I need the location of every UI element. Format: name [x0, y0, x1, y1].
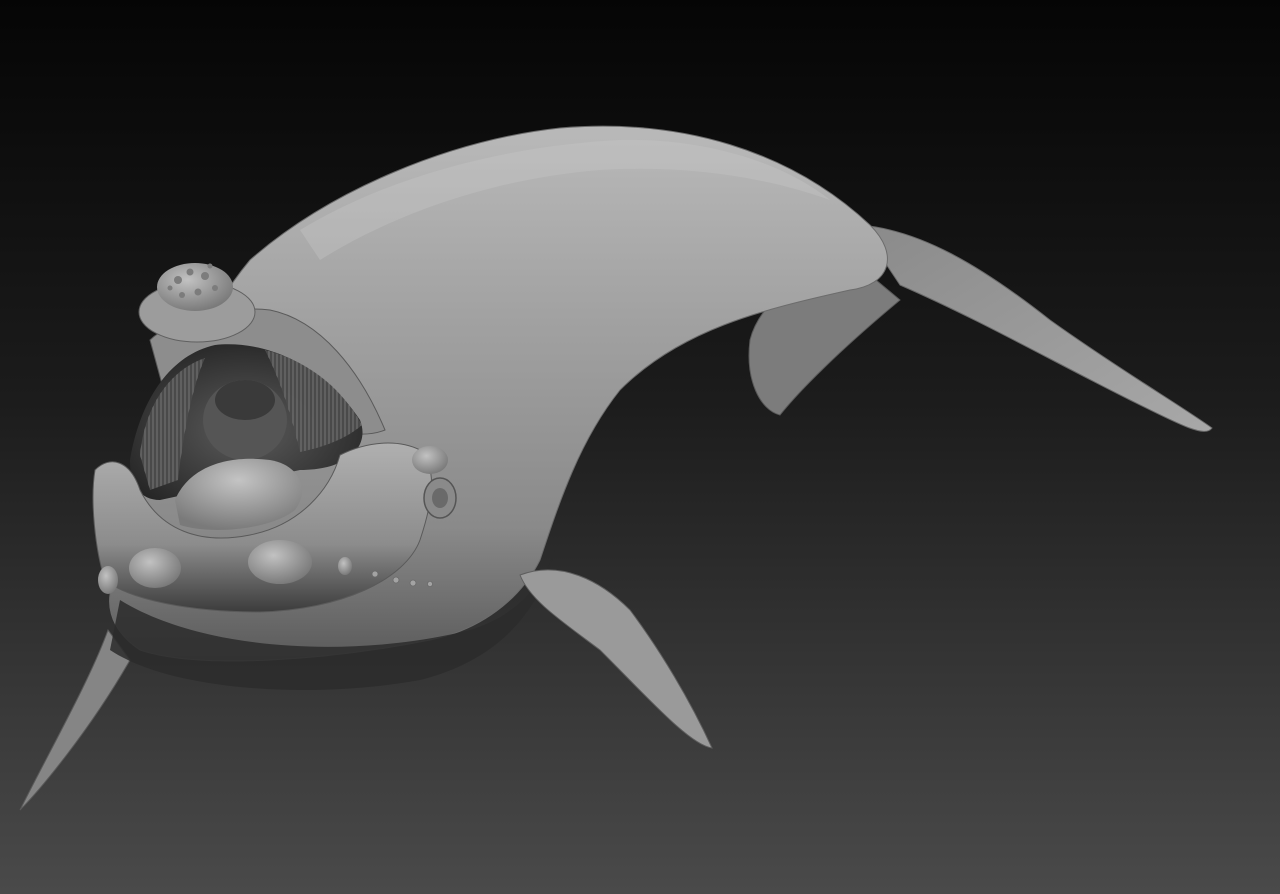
jaw-callosity-left — [129, 548, 181, 588]
throat-shadow — [215, 380, 275, 420]
whale-render — [0, 0, 1280, 894]
jaw-callosity-right — [248, 540, 312, 584]
eye-callosity — [412, 446, 448, 474]
jaw-callosity-edge — [98, 566, 118, 594]
eye-lid — [432, 488, 448, 508]
jaw-callosity-small — [338, 557, 352, 575]
render-viewport — [0, 0, 1280, 894]
